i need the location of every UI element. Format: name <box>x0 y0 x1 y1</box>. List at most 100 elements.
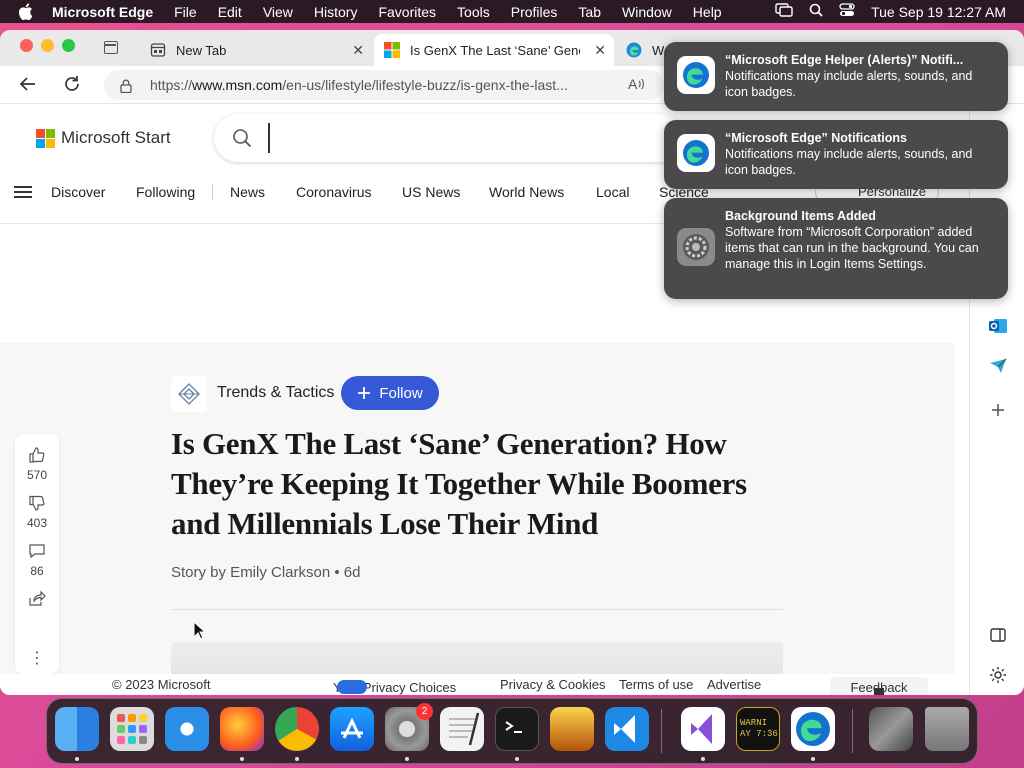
advertise-link[interactable]: Advertise <box>707 677 761 692</box>
tab-actions-icon[interactable] <box>104 41 118 54</box>
tab-new-tab[interactable]: New Tab ✕ <box>140 34 372 66</box>
control-center-icon[interactable] <box>839 3 855 20</box>
search-input[interactable] <box>268 123 648 153</box>
comment-count: 86 <box>30 564 44 578</box>
textedit-icon[interactable] <box>440 707 484 751</box>
search-icon <box>232 128 252 148</box>
privacy-cookies-link[interactable]: Privacy & Cookies <box>500 677 605 692</box>
comment-action[interactable]: 86 <box>28 542 46 578</box>
nav-discover[interactable]: Discover <box>51 184 105 200</box>
trash-icon[interactable] <box>925 707 969 751</box>
menu-favorites[interactable]: Favorites <box>378 4 436 20</box>
dock: 2 WARNI AY 7:36 <box>46 698 978 764</box>
search-box[interactable] <box>214 114 684 162</box>
vscode-icon[interactable] <box>605 707 649 751</box>
menu-edit[interactable]: Edit <box>218 4 242 20</box>
new-tab-icon <box>150 42 166 58</box>
firefox-icon[interactable] <box>220 707 264 751</box>
outlook-icon[interactable] <box>988 316 1008 336</box>
garageband-icon[interactable] <box>550 707 594 751</box>
follow-button[interactable]: Follow <box>341 376 439 410</box>
terminal-icon[interactable] <box>495 707 539 751</box>
read-aloud-icon[interactable]: A <box>628 76 646 95</box>
finder-icon[interactable] <box>55 707 99 751</box>
nav-us-news[interactable]: US News <box>402 184 460 200</box>
spotlight-search-icon[interactable] <box>809 3 823 20</box>
notification-edge-helper[interactable]: “Microsoft Edge Helper (Alerts)” Notifi.… <box>664 42 1008 111</box>
menu-history[interactable]: History <box>314 4 358 20</box>
follow-label: Follow <box>379 384 423 402</box>
notification-edge[interactable]: “Microsoft Edge” Notifications Notificat… <box>664 120 1008 189</box>
menubar-clock[interactable]: Tue Sep 19 12:27 AM <box>871 4 1006 20</box>
app-store-icon[interactable] <box>330 707 374 751</box>
settings-gear-icon[interactable] <box>988 665 1008 685</box>
logo-text: Microsoft Start <box>61 128 171 147</box>
tab-active-article[interactable]: Is GenX The Last ‘Sane’ Generation ✕ <box>374 34 614 66</box>
url-field[interactable]: https://www.msn.com/en-us/lifestyle/life… <box>104 70 664 100</box>
menu-view[interactable]: View <box>263 4 293 20</box>
downloads-stack-icon[interactable] <box>869 707 913 751</box>
mouse-cursor-icon <box>193 620 207 641</box>
sidebar-toggle-icon[interactable] <box>988 625 1008 645</box>
notification-body: Notifications may include alerts, sounds… <box>725 69 973 99</box>
add-sidebar-app-icon[interactable] <box>988 400 1008 420</box>
menu-tools[interactable]: Tools <box>457 4 490 20</box>
publisher-name[interactable]: Trends & Tactics <box>217 384 334 402</box>
minimize-window-button[interactable] <box>41 39 54 52</box>
dislike-action[interactable]: 403 <box>27 494 47 530</box>
plus-icon <box>358 387 371 399</box>
svg-text:A: A <box>628 76 638 92</box>
window-controls <box>20 39 75 52</box>
console-icon[interactable]: WARNI AY 7:36 <box>736 707 780 751</box>
microsoft-logo-icon <box>36 128 55 148</box>
safari-icon[interactable] <box>165 707 209 751</box>
url-text: https://www.msn.com/en-us/lifestyle/life… <box>150 77 610 93</box>
menu-profiles[interactable]: Profiles <box>511 4 558 20</box>
reload-button[interactable] <box>62 75 82 95</box>
notification-title: “Microsoft Edge” Notifications <box>725 131 907 145</box>
feedback-button[interactable]: Feedback <box>830 677 928 695</box>
share-action[interactable] <box>28 590 46 612</box>
url-domain: www.msn.com <box>192 77 283 93</box>
close-tab-icon[interactable]: ✕ <box>352 42 364 59</box>
nav-following[interactable]: Following <box>136 184 195 200</box>
chrome-icon[interactable] <box>275 707 319 751</box>
close-window-button[interactable] <box>20 39 33 52</box>
apple-icon[interactable] <box>18 3 34 21</box>
lock-icon[interactable] <box>120 79 132 93</box>
edge-sidebar <box>969 104 1024 695</box>
dislike-count: 403 <box>26 516 48 530</box>
nav-local[interactable]: Local <box>596 184 629 200</box>
like-action[interactable]: 570 <box>27 446 47 482</box>
nav-coronavirus[interactable]: Coronavirus <box>296 184 371 200</box>
publisher-logo[interactable] <box>171 376 207 412</box>
article-headline: Is GenX The Last ‘Sane’ Generation? How … <box>171 426 747 541</box>
notification-badge: 2 <box>416 703 433 720</box>
url-prefix: https:// <box>150 77 193 93</box>
system-settings-icon[interactable]: 2 <box>385 703 433 751</box>
close-tab-icon[interactable]: ✕ <box>594 42 606 59</box>
more-options-icon[interactable]: ⋮ <box>29 648 45 668</box>
menu-window[interactable]: Window <box>622 4 672 20</box>
feedback-label: Feedback <box>850 680 908 695</box>
edge-icon <box>626 42 642 58</box>
notification-background-items[interactable]: Background Items Added Software from “Mi… <box>664 198 1008 299</box>
nav-world-news[interactable]: World News <box>489 184 564 200</box>
menu-tab[interactable]: Tab <box>578 4 601 20</box>
microsoft-start-logo[interactable]: Microsoft Start <box>36 128 171 148</box>
edge-icon[interactable] <box>791 707 835 751</box>
menu-help[interactable]: Help <box>693 4 722 20</box>
back-button[interactable] <box>18 75 38 95</box>
hamburger-menu-icon[interactable] <box>14 186 32 198</box>
thumbs-down-icon <box>29 495 45 511</box>
menu-file[interactable]: File <box>174 4 197 20</box>
article-actions: 570 403 86 ⋮ <box>15 434 59 674</box>
visual-studio-icon[interactable] <box>681 707 725 751</box>
terms-link[interactable]: Terms of use <box>619 677 693 692</box>
screen-mirroring-icon[interactable] <box>775 3 793 20</box>
launchpad-icon[interactable] <box>110 707 154 751</box>
nav-news[interactable]: News <box>230 184 265 200</box>
menu-app-name[interactable]: Microsoft Edge <box>52 4 153 20</box>
zoom-window-button[interactable] <box>62 39 75 52</box>
drop-icon[interactable] <box>988 356 1008 376</box>
